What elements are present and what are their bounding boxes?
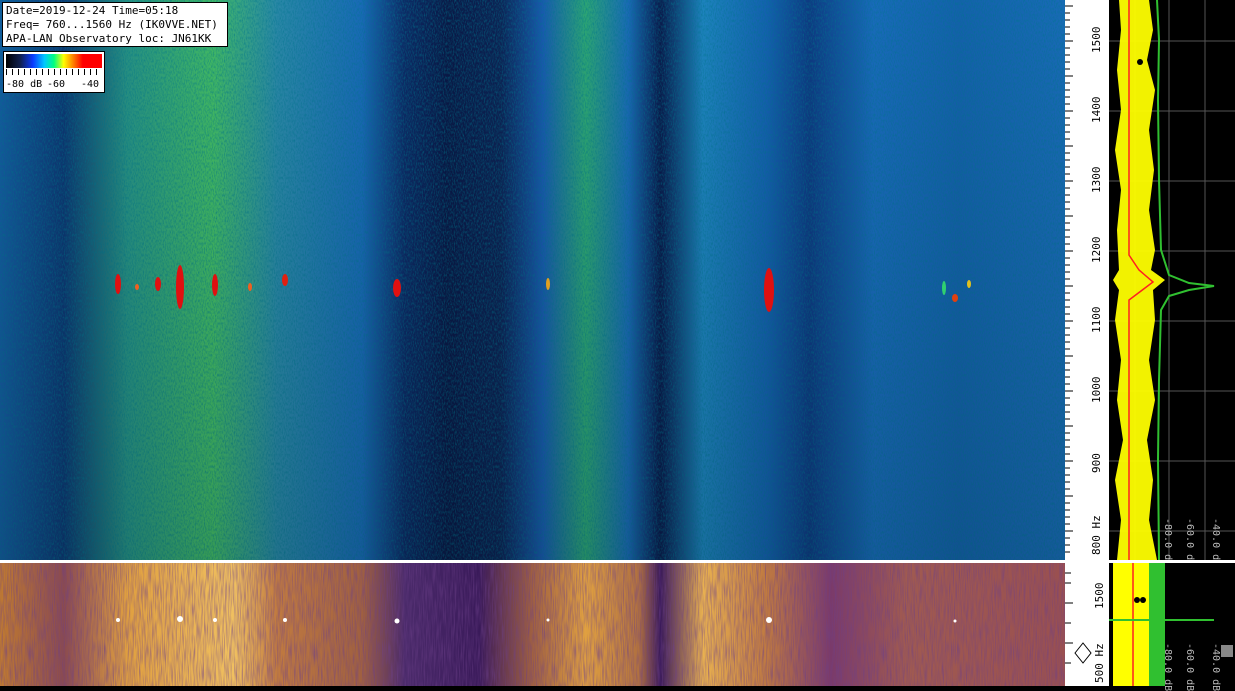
frequency-range-label: Freq= 760...1560 Hz (IK0VVE.NET): [6, 18, 218, 31]
waterfall-spectrogram: [0, 0, 1065, 560]
observatory-location-label: APA-LAN Observatory loc: JN61KK: [6, 32, 212, 45]
color-scale-legend: -80 dB -60 -40: [3, 51, 105, 93]
freq-tick-label: 1500: [1090, 26, 1103, 54]
freq-tick-label: 800 Hz: [1090, 515, 1103, 555]
db-scale-label: -40.0 dB: [1210, 518, 1221, 567]
db-scale-label: -80.0 dB: [1162, 518, 1173, 567]
frequency-axis: 1500 1400 1300 1200 1100 1000 900 800 Hz: [1065, 0, 1109, 560]
frequency-axis-ticks: [1065, 5, 1073, 553]
date-time-label: Date=2019-12-24 Time=05:18: [6, 4, 179, 17]
freq-tick-label: 1200: [1090, 236, 1103, 264]
color-scale-mid-label: -60: [47, 79, 66, 90]
color-scale-low-label: -80 dB: [6, 79, 43, 90]
freq-tick-label: 1100: [1090, 306, 1103, 334]
overview-frequency-axis: 1500 500 Hz: [1065, 563, 1109, 686]
freq-tick-label: 1000: [1090, 376, 1103, 404]
marker-dot: [1137, 59, 1143, 65]
color-scale-high-label: -40: [81, 79, 100, 90]
overview-db-label: -60.0 dB: [1184, 643, 1195, 691]
freq-tick-label: 1400: [1090, 96, 1103, 124]
freq-tick-label: 1300: [1090, 166, 1103, 194]
overview-tick-label: 1500: [1093, 582, 1106, 610]
overview-tick-label: 500 Hz: [1093, 643, 1106, 683]
waterfall-overview: [0, 563, 1065, 686]
overview-spectrum-panel: -80.0 dB -60.0 dB -40.0 dB: [1109, 563, 1235, 691]
spectrum-plot: [1109, 0, 1235, 560]
color-gradient: [6, 54, 102, 68]
color-scale-ticks: [6, 69, 102, 75]
spectrum-panel: -80.0 dB -60.0 dB -40.0 dB: [1109, 0, 1235, 566]
overview-db-label: -40.0 dB: [1210, 643, 1221, 691]
db-scale-label: -60.0 dB: [1184, 518, 1195, 567]
freq-tick-label: 900: [1090, 453, 1103, 473]
info-box: Date=2019-12-24 Time=05:18 Freq= 760...1…: [2, 2, 228, 47]
overview-db-label: -80.0 dB: [1162, 643, 1173, 691]
